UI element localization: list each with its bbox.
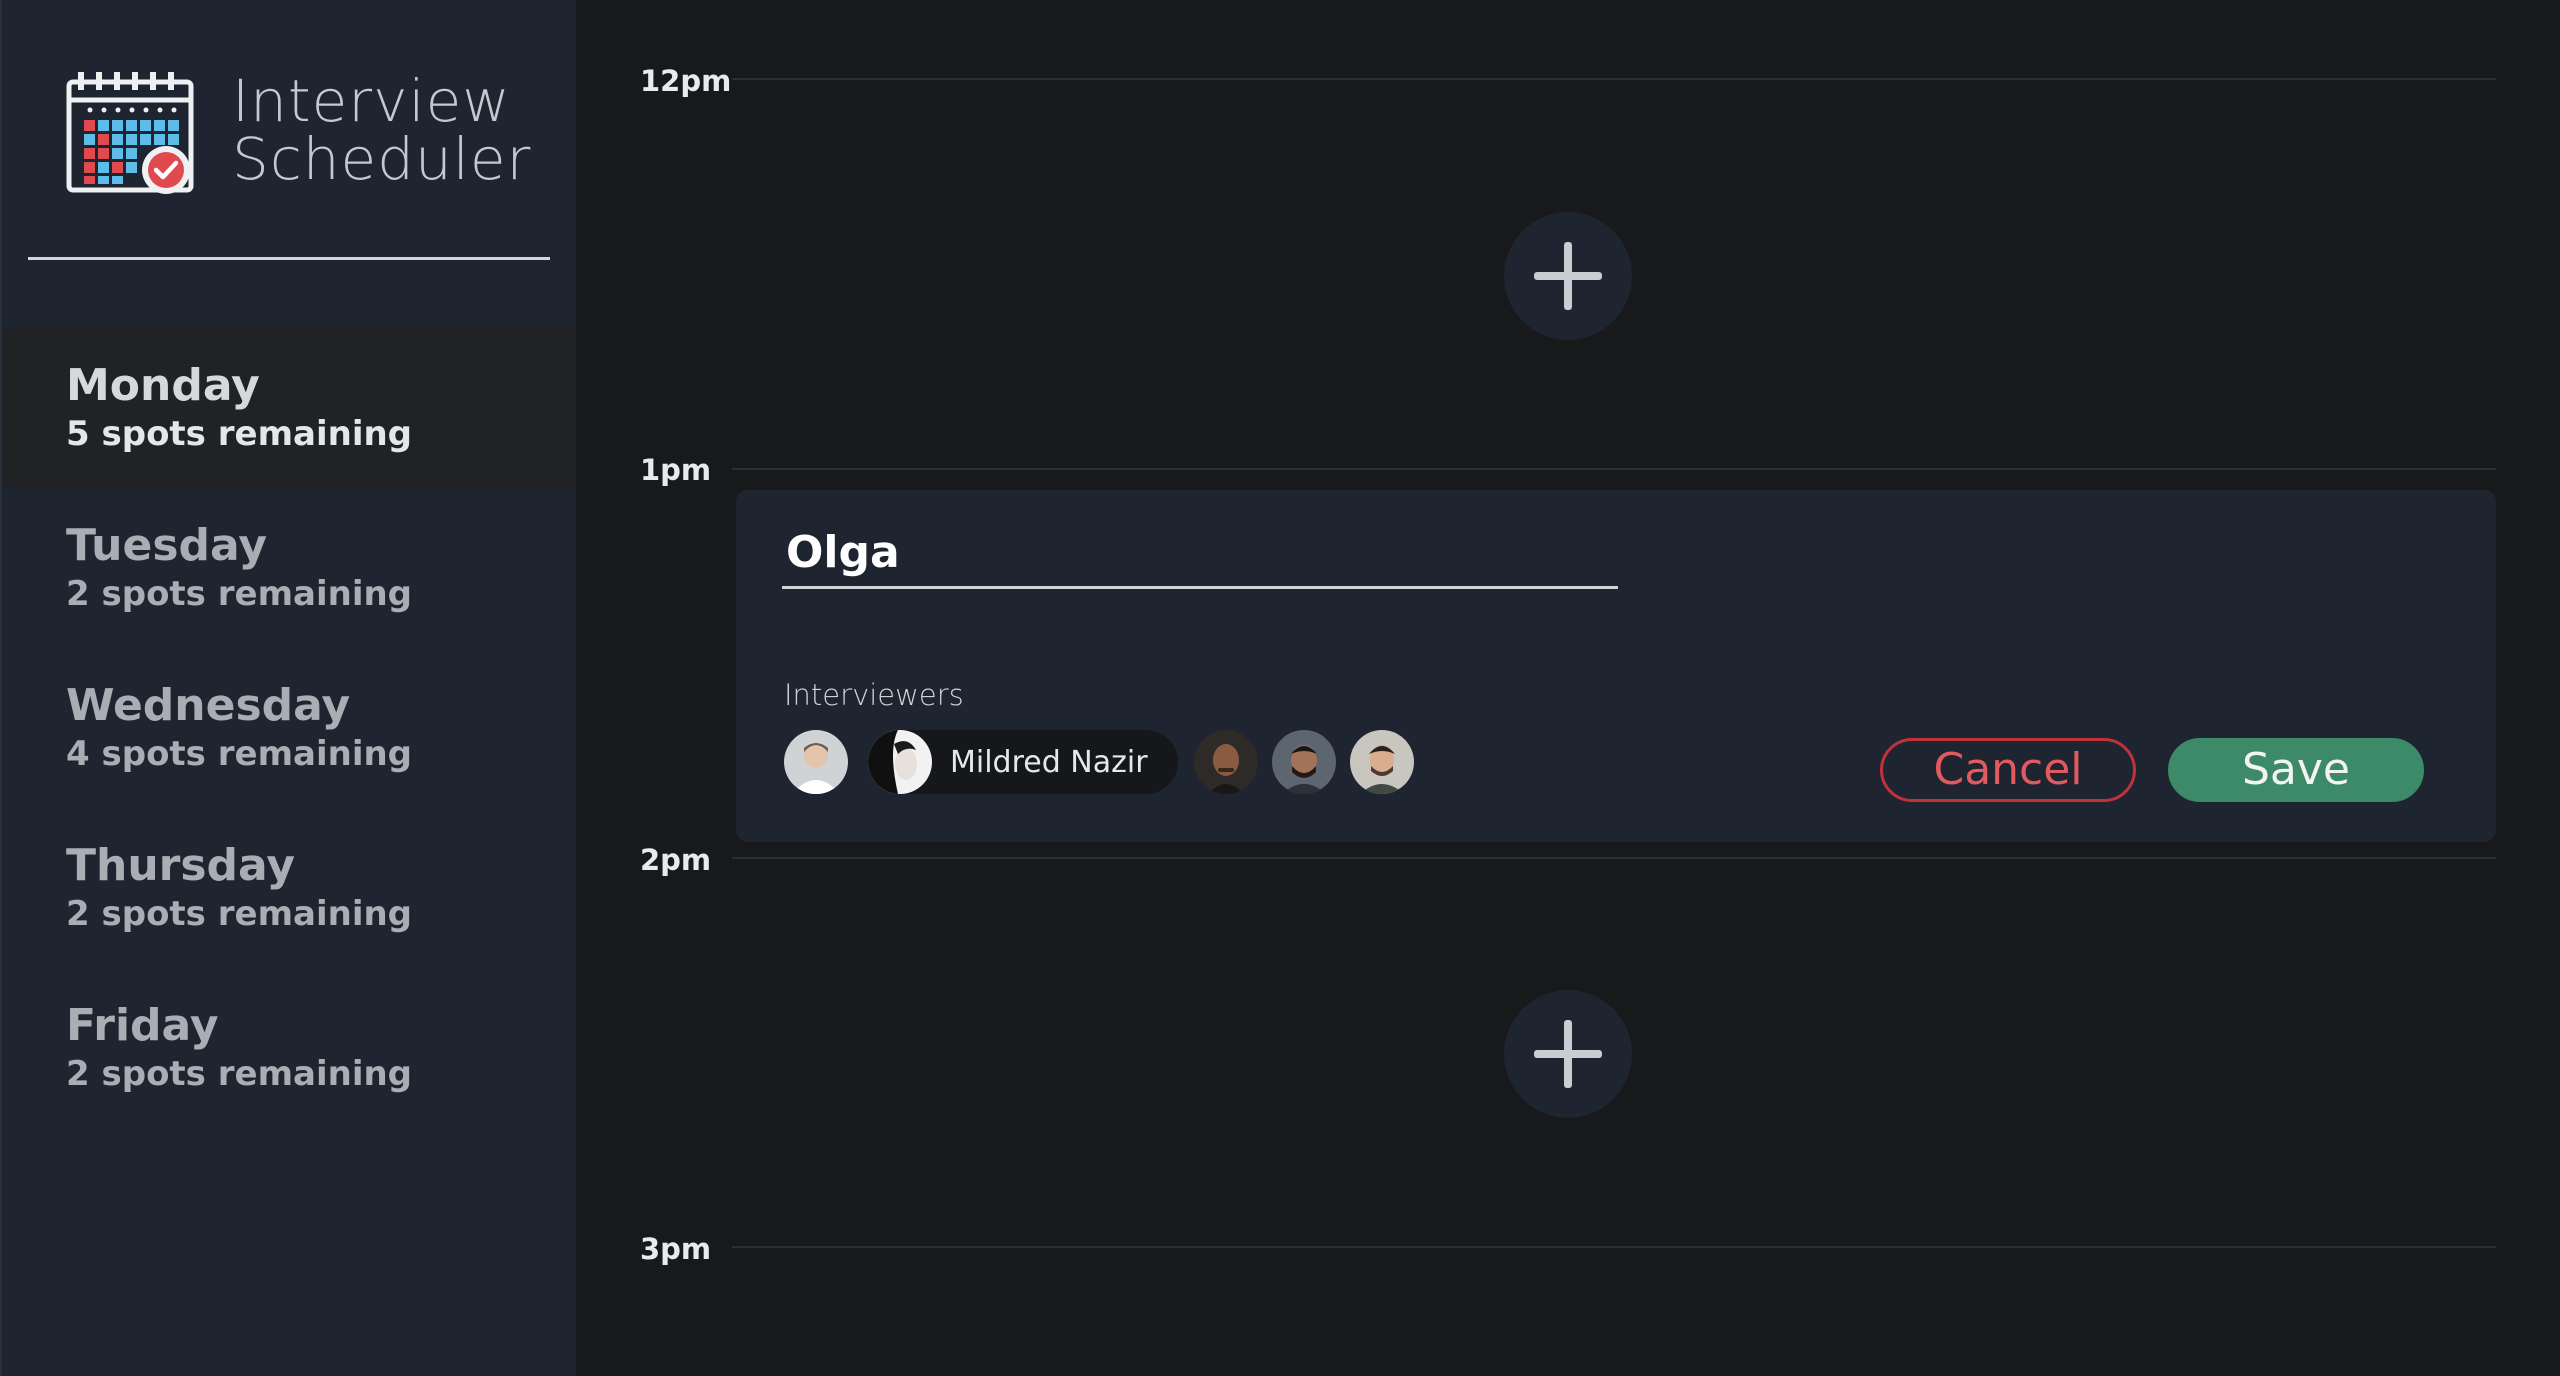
time-label-2pm: 2pm [640, 843, 712, 877]
hour-line [732, 1246, 2496, 1248]
day-name: Tuesday [66, 520, 268, 571]
sidebar: Interview Scheduler Monday 5 spots remai… [0, 0, 576, 1376]
hour-line [732, 78, 2496, 80]
selected-interviewer-chip[interactable]: Mildred Nazir [868, 730, 1178, 794]
day-item-thursday[interactable]: Thursday 2 spots remaining [4, 808, 576, 968]
day-item-friday[interactable]: Friday 2 spots remaining [4, 968, 576, 1128]
schedule: 12pm 1pm Interviewers [576, 0, 2560, 1376]
appointment-form: Interviewers [736, 490, 2496, 842]
day-name: Friday [66, 1000, 219, 1051]
student-name-input[interactable] [782, 524, 1618, 589]
save-button-label: Save [2241, 744, 2350, 795]
cancel-button-label: Cancel [1933, 744, 2083, 795]
day-item-monday[interactable]: Monday 5 spots remaining [4, 328, 576, 488]
hour-line [732, 857, 2496, 859]
time-label-1pm: 1pm [640, 453, 712, 487]
add-appointment-button[interactable] [1504, 990, 1632, 1118]
cancel-button[interactable]: Cancel [1880, 738, 2136, 802]
time-label-3pm: 3pm [640, 1232, 712, 1266]
avatar-image [868, 730, 932, 794]
interviewer-name: Mildred Nazir [950, 744, 1148, 780]
add-appointment-button[interactable] [1504, 212, 1632, 340]
hour-line [732, 468, 2496, 470]
day-spots: 4 spots remaining [66, 734, 413, 774]
sidebar-divider [28, 257, 550, 260]
interviewer-avatar[interactable] [1349, 730, 1414, 794]
avatar-image [1349, 730, 1414, 794]
day-spots: 5 spots remaining [66, 414, 413, 454]
interviewer-avatar[interactable] [784, 730, 848, 794]
interviewer-avatar[interactable] [1271, 730, 1336, 794]
day-item-tuesday[interactable]: Tuesday 2 spots remaining [4, 488, 576, 648]
calendar-check-icon [66, 72, 194, 194]
day-spots: 2 spots remaining [66, 574, 413, 614]
interviewer-list: Mildred Nazir [784, 730, 1414, 794]
day-list: Monday 5 spots remaining Tuesday 2 spots… [4, 328, 576, 1128]
day-name: Wednesday [66, 680, 351, 731]
brand: Interview Scheduler [66, 64, 546, 204]
interviewer-avatar[interactable] [1193, 730, 1258, 794]
avatar-image [784, 730, 848, 794]
interviewer-avatar [868, 730, 932, 794]
day-name: Monday [66, 360, 260, 411]
interviewers-label: Interviewers [784, 678, 964, 712]
day-spots: 2 spots remaining [66, 894, 413, 934]
day-item-wednesday[interactable]: Wednesday 4 spots remaining [4, 648, 576, 808]
day-name: Thursday [66, 840, 296, 891]
avatar-image [1271, 730, 1336, 794]
avatar-image [1193, 730, 1258, 794]
day-spots: 2 spots remaining [66, 1054, 413, 1094]
app-window: Interview Scheduler Monday 5 spots remai… [0, 0, 2560, 1376]
save-button[interactable]: Save [2168, 738, 2424, 802]
time-label-12pm: 12pm [640, 64, 732, 98]
